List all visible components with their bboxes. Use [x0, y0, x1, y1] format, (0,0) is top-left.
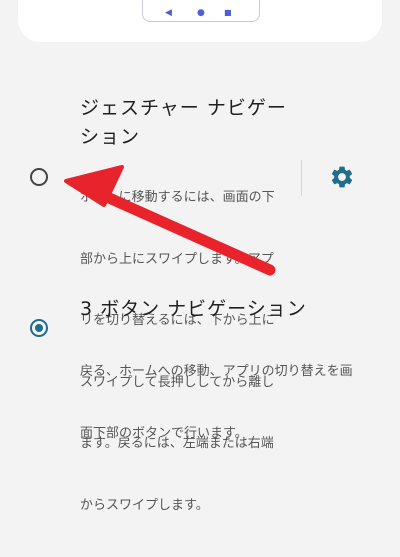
home-icon: ● — [197, 8, 205, 18]
recents-icon: ■ — [224, 8, 232, 17]
gesture-navigation-title: ジェスチャー ナビゲー ション — [80, 94, 287, 152]
desc-line: からスワイプします。 — [80, 497, 209, 513]
desc-line: ホームに移動するには、画面の下 — [80, 190, 275, 205]
desc-line: 部から上にスワイプします。アプ — [80, 251, 274, 267]
three-button-navigation-title: 3 ボタン ナビゲーション — [80, 298, 307, 320]
back-icon: ◀ — [165, 8, 172, 18]
settings-divider — [301, 160, 302, 196]
three-button-navigation-radio[interactable] — [30, 319, 48, 337]
gesture-title-line-1: ジェスチャー ナビゲー — [80, 97, 287, 119]
gesture-navigation-radio[interactable] — [30, 168, 48, 186]
desc-line: 面下部のボタンで行います。 — [80, 425, 248, 441]
three-button-navigation-description: 戻る、ホームへの移動、アプリの切り替えを画 面下部のボタンで行います。 — [80, 321, 353, 485]
gear-icon[interactable] — [329, 164, 355, 190]
three-button-navigation-option[interactable]: 3 ボタン ナビゲーション 戻る、ホームへの移動、アプリの切り替えを画 面下部の… — [0, 292, 400, 441]
desc-line: 戻る、ホームへの移動、アプリの切り替えを画 — [80, 364, 353, 379]
